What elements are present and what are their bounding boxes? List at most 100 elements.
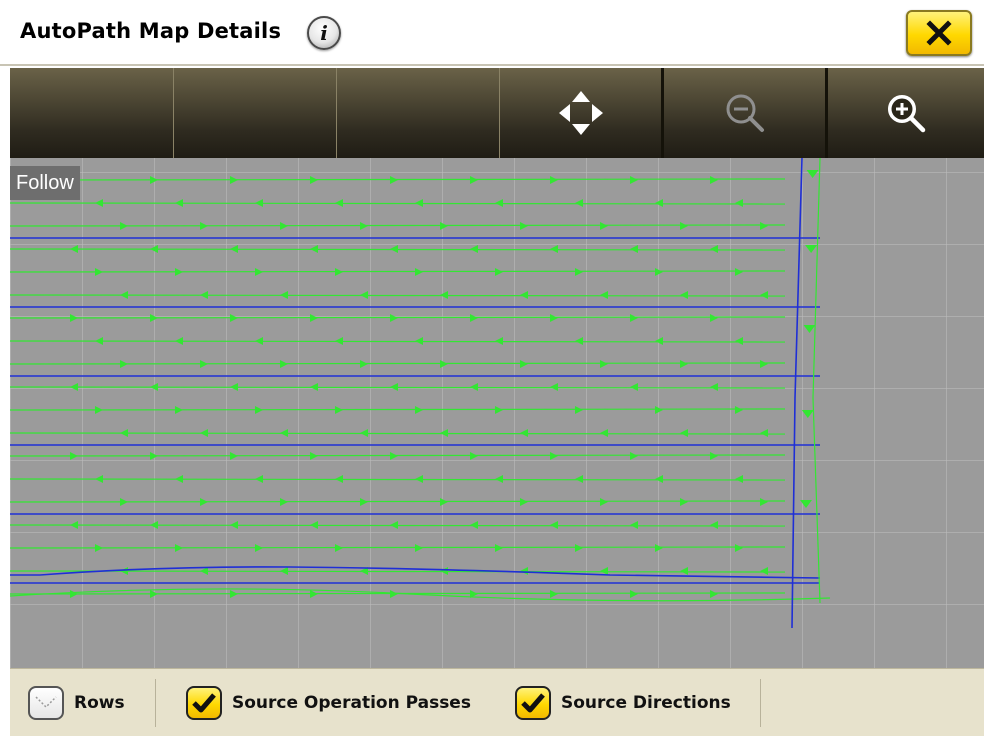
direction-arrow (360, 222, 368, 230)
direction-arrow (310, 314, 318, 322)
direction-arrow (806, 170, 819, 178)
direction-arrow (735, 337, 743, 345)
direction-arrow (655, 199, 663, 207)
direction-arrow (150, 383, 158, 391)
direction-arrow (255, 199, 263, 207)
direction-arrow (230, 176, 238, 184)
rows-label: Rows (74, 693, 125, 713)
zoom-out-icon (726, 94, 764, 132)
direction-arrow (335, 268, 343, 276)
direction-arrow (710, 452, 718, 460)
direction-arrow (200, 291, 208, 299)
direction-arrow (470, 521, 478, 529)
source-directions-label: Source Directions (561, 693, 731, 713)
direction-arrow (655, 406, 663, 414)
direction-arrow (550, 383, 558, 391)
direction-arrow (415, 337, 423, 345)
direction-arrow (470, 314, 478, 322)
direction-arrow (710, 314, 718, 322)
direction-arrow (470, 452, 478, 460)
pass-line (10, 408, 786, 411)
direction-arrow (70, 452, 78, 460)
direction-arrow (70, 245, 78, 253)
direction-arrow (520, 498, 528, 506)
pan-button[interactable] (500, 68, 664, 158)
direction-arrow (150, 452, 158, 460)
direction-arrow (803, 325, 816, 333)
direction-arrow (655, 268, 663, 276)
direction-arrow (520, 429, 528, 437)
direction-arrow (630, 314, 638, 322)
rows-option[interactable]: Rows (28, 669, 125, 736)
direction-arrow (335, 337, 343, 345)
direction-arrow (495, 475, 503, 483)
direction-arrow (575, 337, 583, 345)
direction-arrow (495, 337, 503, 345)
direction-arrow (230, 314, 238, 322)
source-operation-passes-option[interactable]: Source Operation Passes (186, 669, 471, 736)
direction-arrow (735, 199, 743, 207)
direction-arrow (390, 314, 398, 322)
source-operation-passes-checkbox[interactable] (186, 686, 222, 720)
zoom-out-button[interactable] (664, 68, 828, 158)
autopath-map-view[interactable]: Follow (10, 158, 984, 668)
close-button[interactable] (906, 10, 972, 56)
direction-arrow (200, 498, 208, 506)
direction-arrow (360, 498, 368, 506)
direction-arrow (280, 498, 288, 506)
pass-line (10, 202, 786, 205)
direction-arrow (710, 383, 718, 391)
direction-arrow (415, 406, 423, 414)
zoom-in-icon (888, 95, 926, 133)
direction-arrow (600, 567, 608, 575)
direction-arrow (390, 383, 398, 391)
direction-arrow (415, 544, 423, 552)
close-x-icon (926, 20, 952, 46)
direction-arrow (735, 268, 743, 276)
direction-arrow (655, 544, 663, 552)
direction-arrow (310, 452, 318, 460)
zoom-in-button[interactable] (828, 68, 984, 158)
direction-arrow (470, 176, 478, 184)
direction-arrow (415, 199, 423, 207)
direction-arrow (360, 429, 368, 437)
direction-arrow (680, 291, 688, 299)
info-icon[interactable]: i (307, 16, 341, 50)
direction-arrow (280, 567, 288, 575)
direction-arrow (360, 291, 368, 299)
direction-arrow (280, 360, 288, 368)
headland-pass-line (812, 158, 821, 604)
direction-arrow (95, 199, 103, 207)
direction-arrow (440, 429, 448, 437)
direction-arrow (630, 383, 638, 391)
rows-dots-icon (35, 696, 57, 709)
direction-arrow (95, 337, 103, 345)
direction-arrow (440, 291, 448, 299)
direction-arrow (801, 410, 814, 418)
direction-arrow (150, 590, 158, 598)
source-directions-checkbox[interactable] (515, 686, 551, 720)
direction-arrow (390, 176, 398, 184)
pass-line (10, 588, 831, 602)
direction-arrow (550, 452, 558, 460)
pan-arrows-icon (558, 91, 603, 135)
direction-arrow (230, 521, 238, 529)
direction-arrow (575, 475, 583, 483)
rows-checkbox[interactable] (28, 686, 64, 720)
direction-arrow (550, 314, 558, 322)
direction-arrow (230, 590, 238, 598)
pass-line (10, 546, 786, 549)
direction-arrow (120, 222, 128, 230)
window-title: AutoPath Map Details (20, 19, 282, 43)
direction-arrow (310, 176, 318, 184)
direction-arrow (575, 544, 583, 552)
follow-mode-label[interactable]: Follow (10, 166, 80, 200)
direction-arrow (390, 521, 398, 529)
source-directions-option[interactable]: Source Directions (515, 669, 731, 736)
direction-arrow (600, 429, 608, 437)
direction-arrow (495, 199, 503, 207)
direction-arrow (550, 176, 558, 184)
toolbar-slot-2 (174, 68, 337, 158)
direction-arrow (600, 222, 608, 230)
direction-arrow (575, 199, 583, 207)
